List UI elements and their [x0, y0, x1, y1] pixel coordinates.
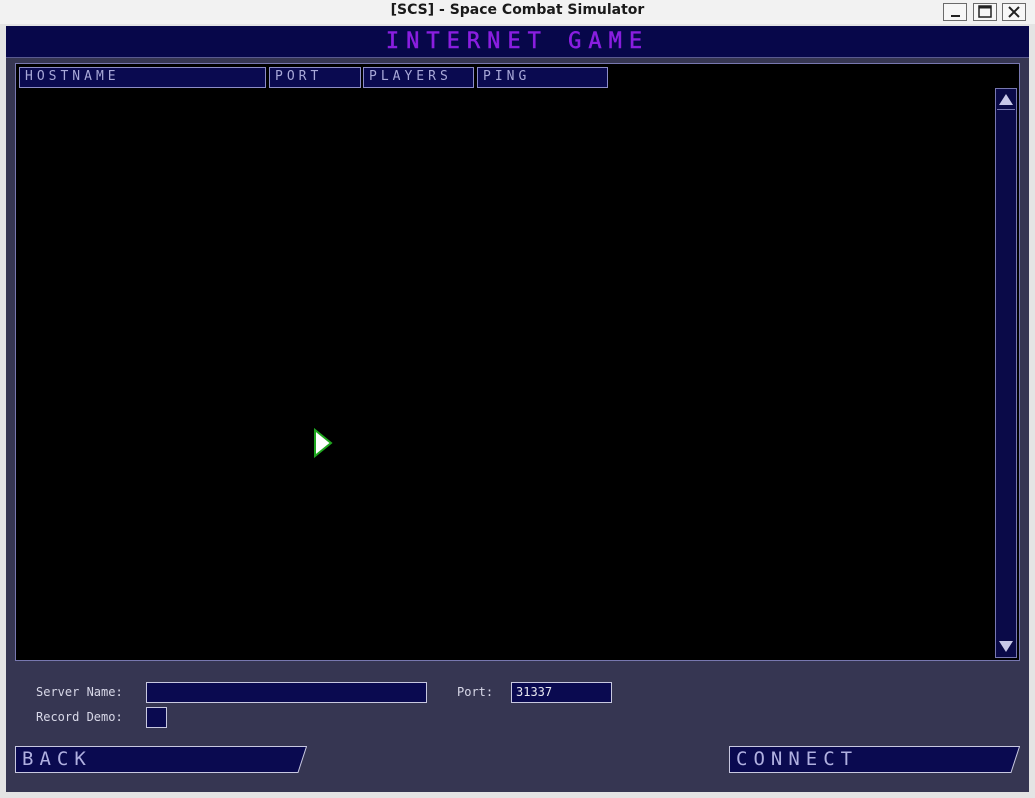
- maximize-icon: [978, 5, 992, 18]
- window-title: [SCS] - Space Combat Simulator: [390, 2, 645, 18]
- column-header-players[interactable]: PLAYERS: [363, 67, 474, 88]
- app-window: INTERNET GAME HOSTNAME PORT PLAYERS PING: [0, 24, 1035, 798]
- server-name-label: Server Name:: [36, 685, 123, 699]
- column-header-hostname[interactable]: HOSTNAME: [19, 67, 266, 88]
- close-button[interactable]: [1002, 3, 1026, 21]
- back-button-label: BACK: [22, 748, 92, 770]
- vertical-scrollbar[interactable]: [995, 88, 1017, 658]
- column-header-port[interactable]: PORT: [269, 67, 361, 88]
- port-input[interactable]: 31337: [511, 682, 612, 703]
- arrow-up-icon: [999, 94, 1013, 105]
- server-name-input[interactable]: [146, 682, 427, 703]
- record-demo-checkbox[interactable]: [146, 707, 167, 728]
- server-list[interactable]: HOSTNAME PORT PLAYERS PING: [15, 63, 1020, 661]
- minimize-button[interactable]: [943, 3, 967, 21]
- window-titlebar: [SCS] - Space Combat Simulator: [0, 0, 1035, 25]
- connect-button-label: CONNECT: [736, 748, 859, 770]
- connect-button[interactable]: CONNECT: [729, 746, 1020, 773]
- header-bar: INTERNET GAME: [6, 26, 1029, 58]
- pointer-cursor-icon: [314, 428, 333, 458]
- scroll-up-button[interactable]: [997, 90, 1015, 108]
- column-header-ping[interactable]: PING: [477, 67, 608, 88]
- scroll-track[interactable]: [997, 109, 1015, 639]
- record-demo-label: Record Demo:: [36, 710, 123, 724]
- minimize-icon: [951, 15, 960, 17]
- maximize-button[interactable]: [973, 3, 997, 21]
- close-icon: [1008, 6, 1020, 18]
- back-button[interactable]: BACK: [15, 746, 307, 773]
- internet-game-screen: INTERNET GAME HOSTNAME PORT PLAYERS PING: [6, 26, 1029, 792]
- scroll-down-button[interactable]: [997, 638, 1015, 656]
- port-label: Port:: [457, 685, 494, 699]
- arrow-down-icon: [999, 641, 1013, 652]
- page-title: INTERNET GAME: [385, 29, 650, 55]
